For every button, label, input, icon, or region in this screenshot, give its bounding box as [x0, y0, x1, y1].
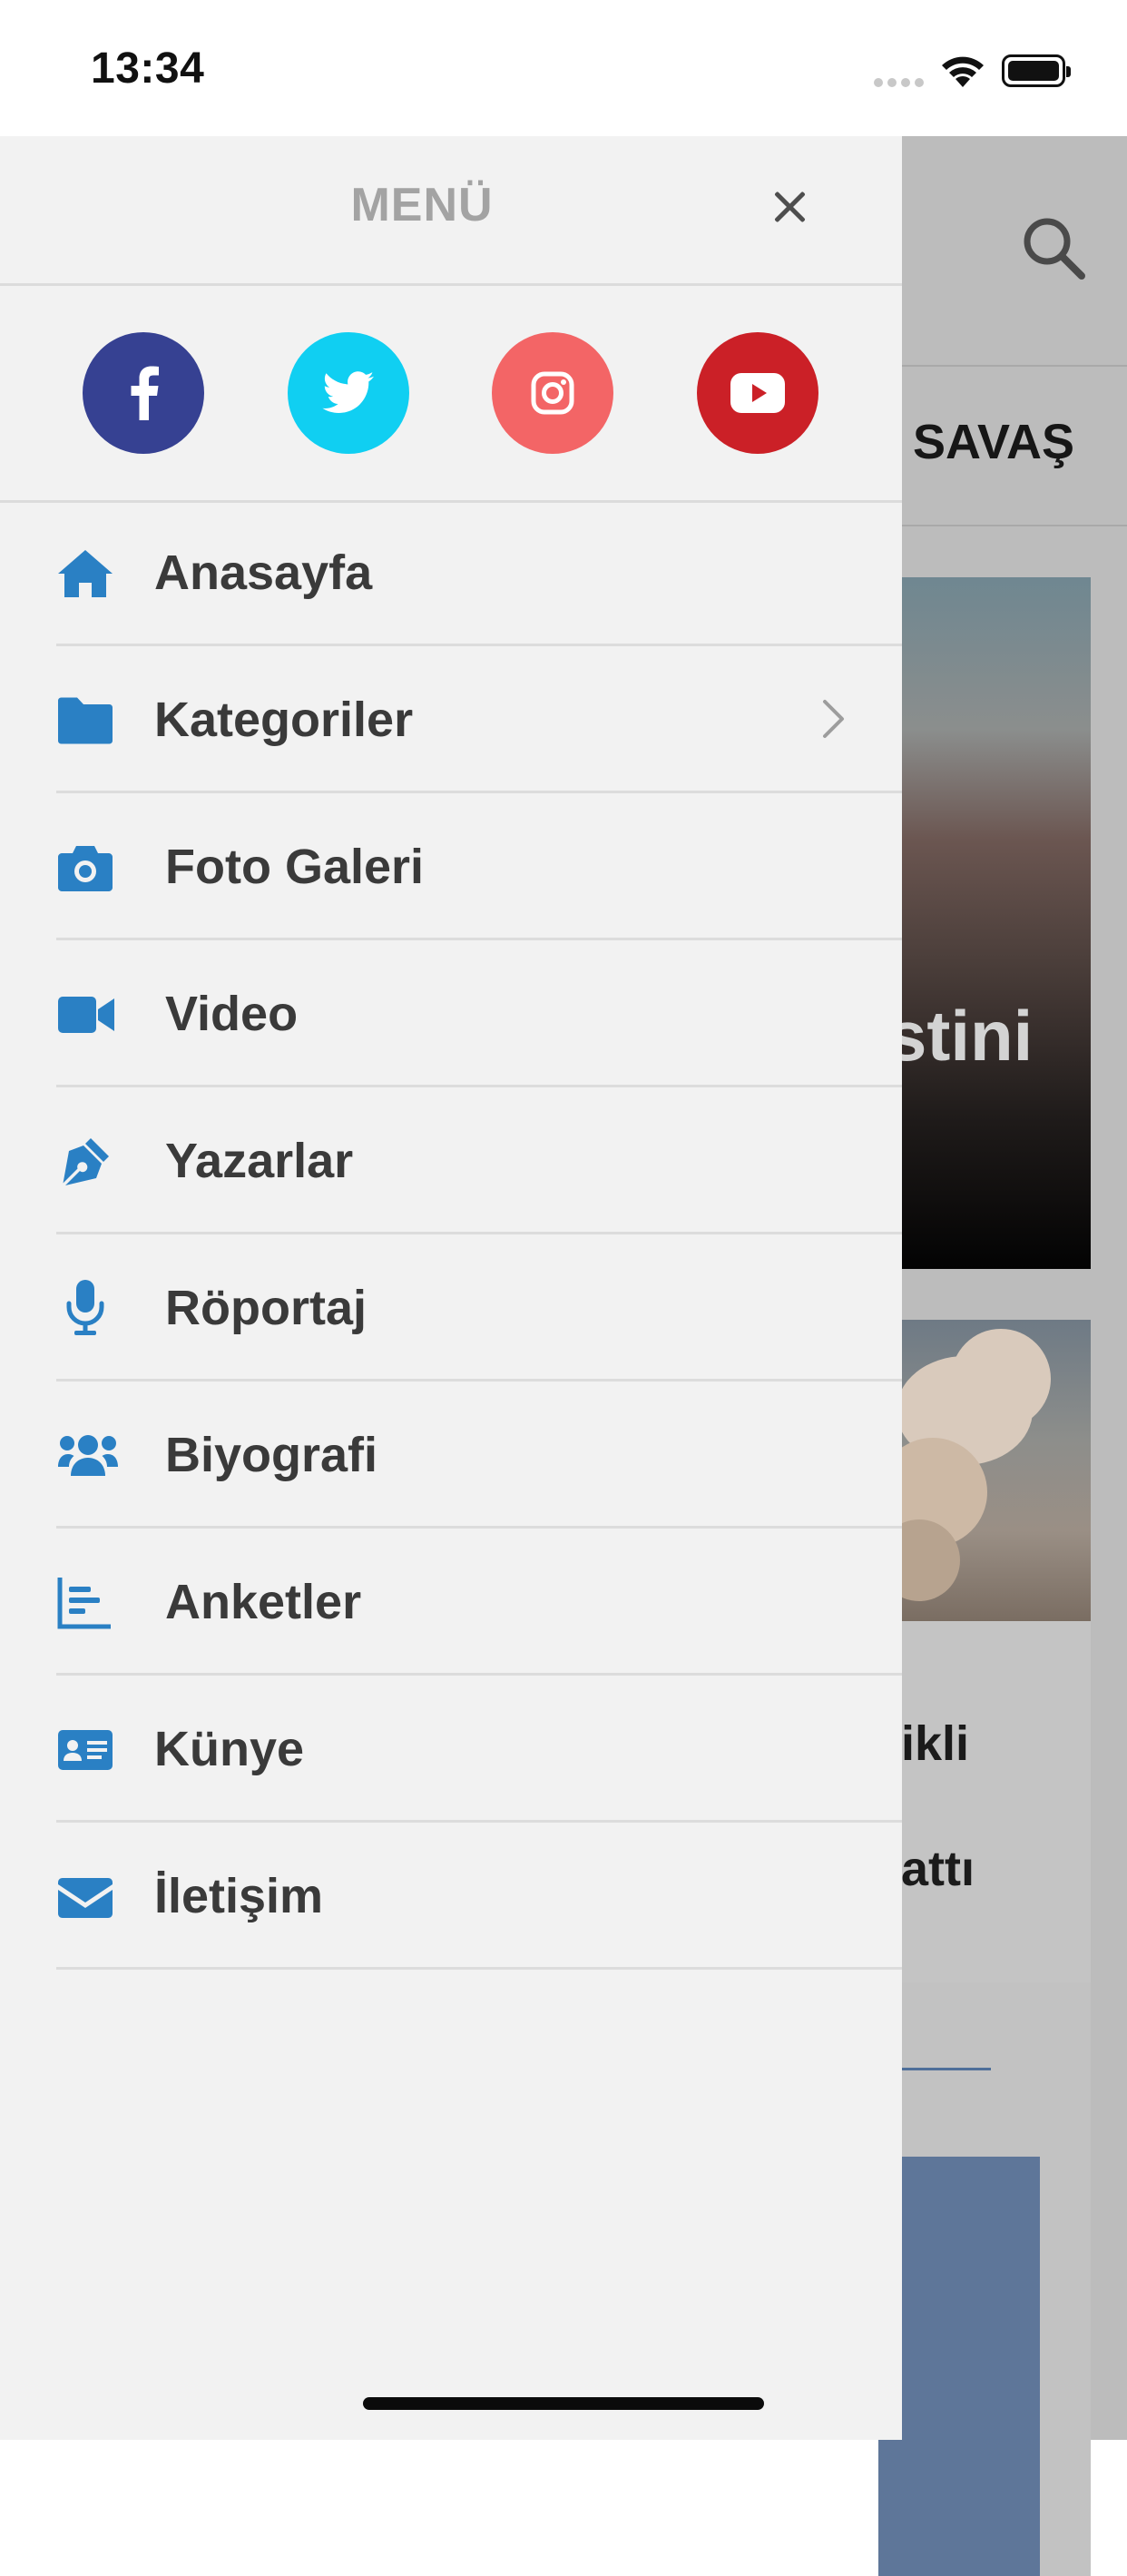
- category-tab[interactable]: SAVAŞ: [913, 414, 1074, 470]
- featured-news-title: stini: [887, 996, 1034, 1076]
- bar-chart-icon: [57, 1578, 111, 1629]
- news-image: [878, 1320, 1091, 1621]
- status-bar: 13:34: [0, 0, 1127, 136]
- id-card-icon: [58, 1730, 113, 1770]
- menu-item-label: Foto Galeri: [165, 840, 425, 894]
- menu-title: MENÜ: [350, 179, 494, 231]
- menu-item-kunye[interactable]: Künye: [0, 1676, 902, 1823]
- menu-item-yazarlar[interactable]: Yazarlar: [0, 1087, 902, 1234]
- menu-item-label: Kategoriler: [154, 693, 414, 747]
- menu-item-label: İletişim: [154, 1869, 324, 1923]
- search-icon[interactable]: [1020, 214, 1087, 281]
- menu-item-label: Anasayfa: [154, 546, 373, 600]
- menu-item-label: Röportaj: [165, 1281, 367, 1335]
- menu-item-label: Yazarlar: [165, 1134, 354, 1188]
- menu-item-anasayfa[interactable]: Anasayfa: [0, 499, 902, 646]
- menu-item-label: Video: [165, 987, 299, 1041]
- section-underline: [887, 2068, 991, 2070]
- pen-nib-icon: [63, 1138, 109, 1185]
- instagram-icon: [531, 371, 574, 415]
- menu-item-label: Biyografi: [165, 1428, 378, 1482]
- close-button[interactable]: [768, 185, 811, 229]
- users-icon: [58, 1435, 118, 1476]
- menu-item-label: Künye: [154, 1722, 305, 1776]
- facebook-icon: [131, 366, 159, 420]
- menu-item-video[interactable]: Video: [0, 940, 902, 1087]
- youtube-icon: [730, 373, 785, 413]
- cellular-signal-icon: [874, 78, 925, 89]
- instagram-button[interactable]: [492, 332, 613, 454]
- menu-item-iletisim[interactable]: İletişim: [0, 1823, 902, 1970]
- folder-icon: [58, 697, 113, 744]
- home-indicator[interactable]: [363, 2397, 764, 2410]
- chevron-right-icon: [823, 700, 844, 738]
- twitter-button[interactable]: [288, 332, 409, 454]
- wifi-icon: [942, 56, 984, 87]
- youtube-button[interactable]: [697, 332, 818, 454]
- menu-item-label: Anketler: [165, 1575, 362, 1629]
- menu-item-anketler[interactable]: Anketler: [0, 1529, 902, 1676]
- camera-icon: [58, 846, 113, 891]
- battery-icon: [1002, 54, 1071, 87]
- menu-item-foto-galeri[interactable]: Foto Galeri: [0, 793, 902, 940]
- side-menu-drawer: MENÜ Anasayfa Kategoriler Foto Galeri Vi…: [0, 136, 902, 2440]
- news-image: [878, 2157, 1040, 2576]
- status-time: 13:34: [91, 44, 205, 93]
- menu-item-roportaj[interactable]: Röportaj: [0, 1234, 902, 1381]
- twitter-icon: [322, 371, 374, 413]
- video-camera-icon: [58, 997, 114, 1033]
- drawer-header: MENÜ: [0, 136, 902, 286]
- envelope-icon: [58, 1878, 113, 1918]
- menu-item-biyografi[interactable]: Biyografi: [0, 1381, 902, 1529]
- menu-item-kategoriler[interactable]: Kategoriler: [0, 646, 902, 793]
- featured-news-card[interactable]: stini: [878, 577, 1091, 1269]
- microphone-icon: [66, 1280, 104, 1335]
- home-icon: [58, 550, 113, 597]
- facebook-button[interactable]: [83, 332, 204, 454]
